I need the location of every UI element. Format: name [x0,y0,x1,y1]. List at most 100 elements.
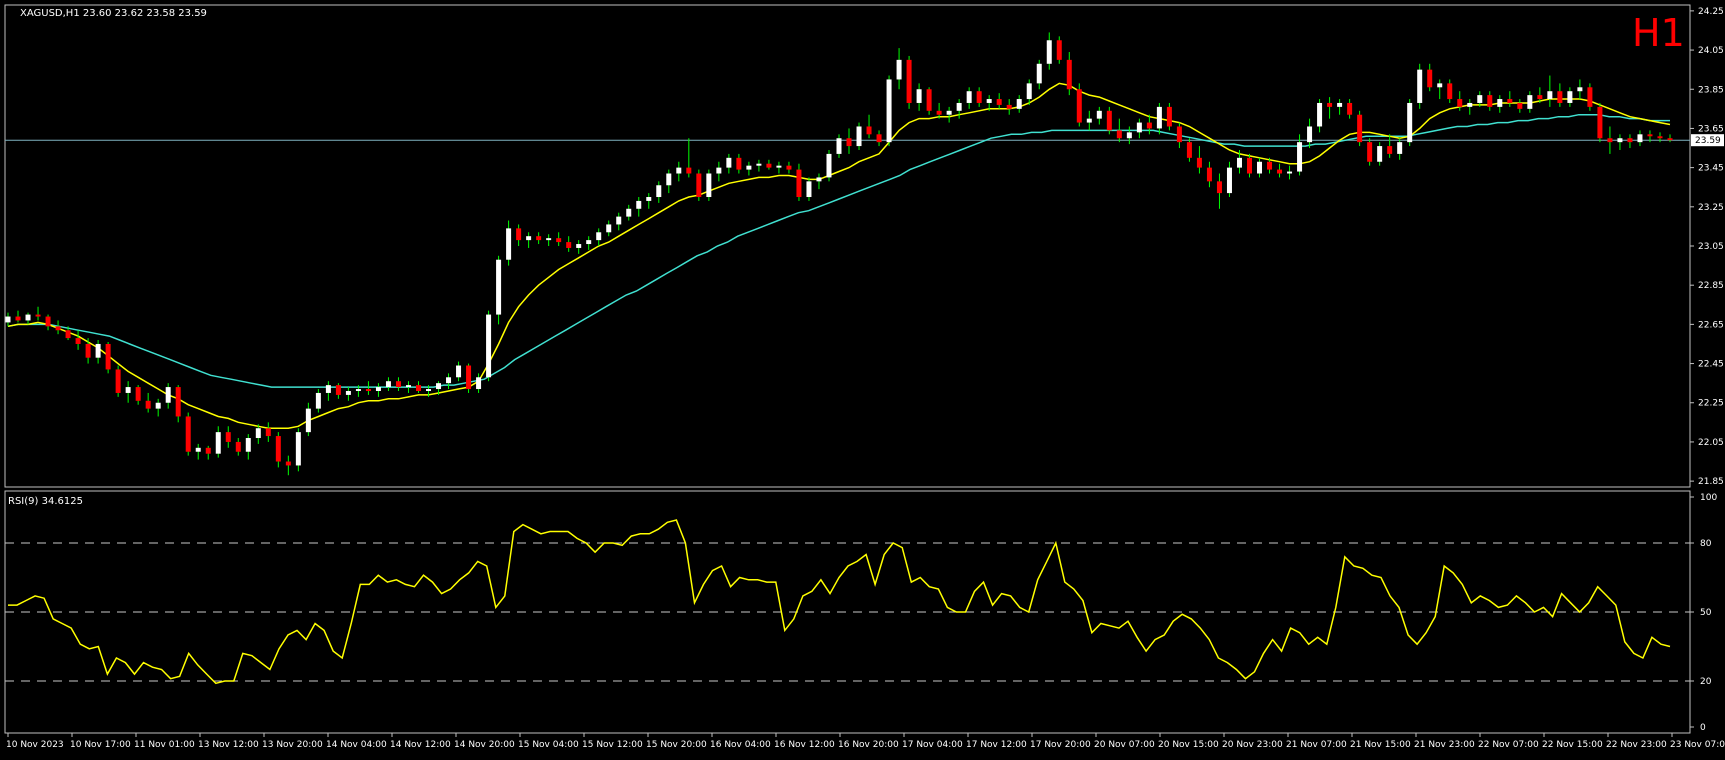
bull-candle-body [576,244,582,248]
time-tick-label: 14 Nov 12:00 [390,740,451,750]
bull-candle-body [245,438,251,452]
bull-candle-body [966,91,972,103]
bull-candle-body [726,157,732,168]
bull-candle-body [25,314,31,321]
time-tick-label: 20 Nov 07:00 [1094,740,1155,750]
bear-candle-body [976,91,982,103]
bull-candle-body [1407,102,1413,143]
bear-candle-body [75,338,81,344]
bull-candle-body [315,392,321,409]
bull-candle-body [746,165,752,170]
bull-candle-body [1417,69,1423,103]
price-tick-label: 23.05 [1698,242,1724,252]
bear-candle-body [145,400,151,409]
time-tick-label: 22 Nov 23:00 [1606,740,1667,750]
bear-candle-body [1517,102,1523,109]
bear-candle-body [1146,122,1152,129]
time-tick-label: 22 Nov 07:00 [1478,740,1539,750]
bear-candle-body [1277,169,1283,174]
price-tick-label: 22.25 [1698,399,1724,409]
time-tick-label: 16 Nov 12:00 [774,740,835,750]
bull-candle-body [1086,118,1092,123]
bear-candle-body [335,385,341,395]
bear-candle-body [85,343,91,358]
bull-candle-body [586,240,592,245]
price-tick-label: 24.25 [1698,7,1724,17]
bull-candle-body [1377,146,1383,162]
bear-candle-body [35,314,41,317]
bull-candle-body [1287,171,1293,174]
bull-candle-body [95,343,101,358]
bull-candle-body [125,387,131,393]
bull-candle-body [1617,138,1623,143]
bull-candle-body [1307,126,1313,143]
time-tick-label: 16 Nov 20:00 [838,740,899,750]
bear-candle-body [1427,69,1433,88]
bull-candle-body [1527,95,1533,109]
time-tick-label: 21 Nov 15:00 [1350,740,1411,750]
bear-candle-body [395,381,401,388]
bull-candle-body [776,165,782,168]
bear-candle-body [696,173,702,198]
time-tick-label: 15 Nov 20:00 [646,740,707,750]
time-tick-label: 17 Nov 04:00 [902,740,963,750]
bear-candle-body [55,326,61,331]
bear-candle-body [1557,91,1563,103]
bull-candle-body [355,389,361,391]
time-tick-label: 15 Nov 12:00 [582,740,643,750]
bear-candle-body [466,365,472,390]
chart-canvas: 24.25 24.05 23.85 23.65 23.45 23.25 23.05 22.85… [0,0,1725,756]
bull-candle-body [986,99,992,103]
timeframe-badge: H1 [1632,11,1685,55]
bear-candle-body [1327,102,1333,107]
bear-candle-body [796,169,802,198]
bull-candle-body [856,126,862,147]
bear-candle-body [846,138,852,147]
bull-candle-body [666,173,672,186]
time-tick-label: 21 Nov 23:00 [1414,740,1475,750]
bull-candle-body [305,408,311,433]
bear-candle-body [1056,40,1062,60]
bull-candle-body [656,185,662,198]
bull-candle-body [1126,132,1132,139]
bull-candle-body [716,167,722,174]
bear-candle-body [105,343,111,370]
bear-candle-body [225,432,231,442]
price-tick-label: 22.45 [1698,360,1724,370]
price-tick-label: 22.85 [1698,281,1724,291]
bull-candle-body [826,153,832,178]
bear-candle-body [1507,99,1513,103]
bear-candle-body [1647,134,1653,137]
bull-candle-body [446,377,452,384]
bear-candle-body [1166,106,1172,127]
bear-candle-body [1206,167,1212,182]
bull-candle-body [215,432,221,454]
bull-candle-body [5,316,11,323]
current-price-label: 23.59 [1695,136,1721,146]
bull-candle-body [496,259,502,315]
bear-candle-body [45,316,51,327]
bull-candle-body [836,138,842,154]
bear-candle-body [205,447,211,454]
bull-candle-body [1297,142,1303,172]
bear-candle-body [175,387,181,417]
bear-candle-body [786,165,792,170]
bear-candle-body [1487,95,1493,107]
bear-candle-body [1657,136,1663,139]
bear-candle-body [65,330,71,339]
bear-candle-body [1216,181,1222,194]
bull-candle-body [646,197,652,201]
bear-candle-body [876,134,882,143]
bull-candle-body [1226,167,1232,194]
bear-candle-body [516,228,522,241]
bear-candle-body [1587,87,1593,107]
bull-candle-body [526,236,532,241]
bull-candle-body [1637,134,1643,143]
bear-candle-body [365,389,371,391]
bull-candle-body [1577,87,1583,92]
price-tick-label: 22.65 [1698,320,1724,330]
bull-candle-body [546,238,552,241]
bull-candle-body [476,377,482,390]
bear-candle-body [1667,138,1673,141]
bull-candle-body [756,163,762,166]
